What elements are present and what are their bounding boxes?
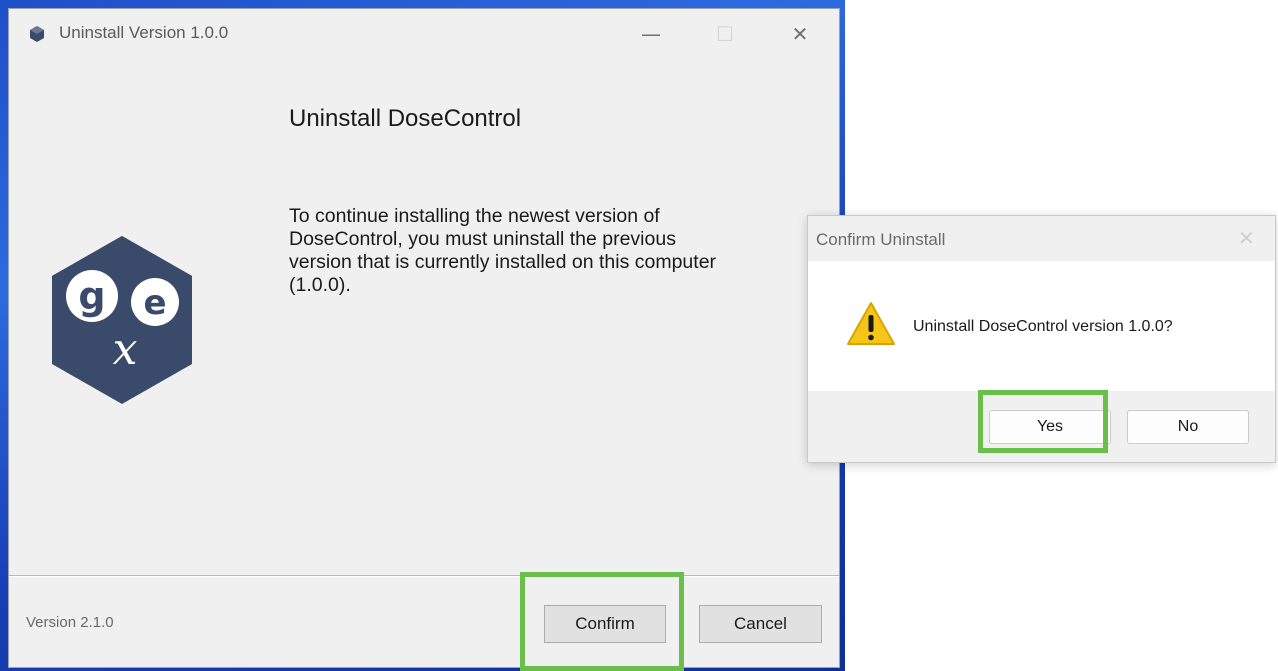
message-line: DoseControl, you must uninstall the prev…	[289, 228, 676, 250]
confirm-highlight-box	[520, 572, 684, 671]
no-button[interactable]: No	[1127, 410, 1249, 444]
title-bar: Uninstall Version 1.0.0 — ☐ ✕	[9, 9, 839, 59]
dialog-message: Uninstall DoseControl version 1.0.0?	[913, 318, 1173, 335]
dialog-close-icon[interactable]: ✕	[1238, 226, 1255, 250]
uninstall-window: Uninstall Version 1.0.0 — ☐ ✕ g e x Unin…	[8, 8, 840, 668]
warning-icon	[847, 302, 895, 345]
maximize-icon[interactable]: ☐	[705, 19, 745, 49]
dialog-title: Confirm Uninstall	[816, 230, 946, 249]
message-line: To continue installing the newest versio…	[289, 205, 660, 227]
page-title: Uninstall DoseControl	[289, 105, 522, 132]
message-line: version that is currently installed on t…	[289, 251, 717, 273]
version-label: Version 2.1.0	[26, 614, 114, 631]
yes-highlight-box	[978, 390, 1108, 453]
logo-letter-g: g	[78, 274, 105, 318]
cancel-button[interactable]: Cancel	[699, 605, 822, 643]
logo-letter-e: e	[143, 283, 166, 323]
footer-divider	[9, 575, 839, 577]
logo-letter-x: x	[113, 324, 138, 375]
dialog-content: Uninstall DoseControl version 1.0.0?	[808, 261, 1275, 391]
minimize-icon[interactable]: —	[631, 19, 671, 49]
uninstall-message: To continue installing the newest versio…	[289, 205, 819, 297]
close-icon[interactable]: ✕	[780, 19, 820, 49]
window-title: Uninstall Version 1.0.0	[59, 23, 229, 42]
message-line: (1.0.0).	[289, 274, 351, 296]
app-icon	[30, 26, 44, 42]
gex-logo: g e x	[52, 236, 192, 404]
